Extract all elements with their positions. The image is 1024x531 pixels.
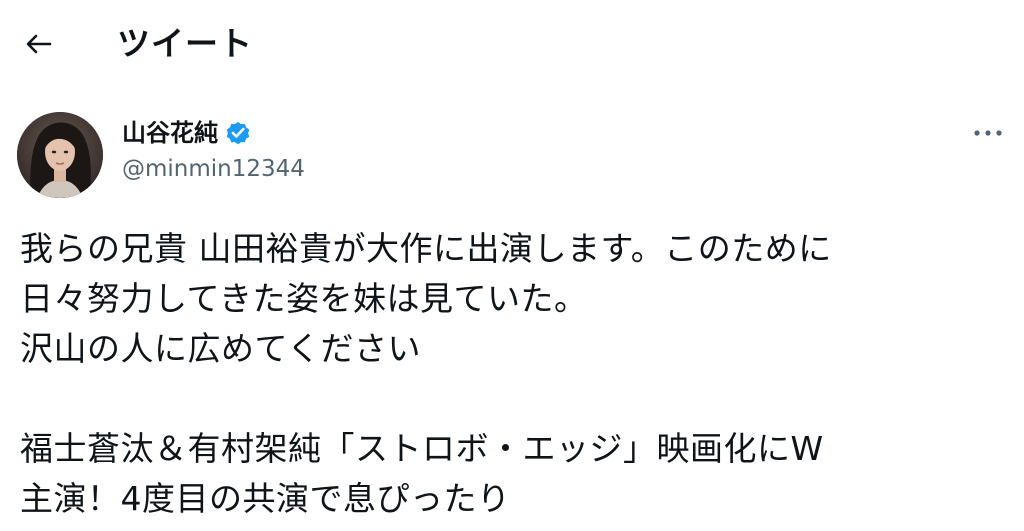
more-horizontal-icon <box>974 130 1002 136</box>
avatar-image <box>17 112 103 198</box>
tweet-text-line: 我らの兄貴 山田裕貴が大作に出演します。このために <box>20 229 832 268</box>
tweet-text-line: 主演！4度目の共演で息ぴったり <box>20 479 511 518</box>
author-name-row[interactable]: 山谷花純 <box>122 117 252 149</box>
back-button[interactable] <box>20 26 56 62</box>
tweet-text-line: 日々努力してきた姿を妹は見ていた。 <box>20 279 588 318</box>
tweet-text-line: 福士蒼汰＆有村架純「ストロボ・エッジ」映画化にW <box>20 429 824 468</box>
tweet-text: 我らの兄貴 山田裕貴が大作に出演します。このために 日々努力してきた姿を妹は見て… <box>20 224 1010 524</box>
arrow-left-icon <box>26 34 52 54</box>
author-display-name[interactable]: 山谷花純 <box>122 117 218 149</box>
verified-badge-icon[interactable] <box>224 119 252 147</box>
tweet-text-line: 沢山の人に広めてください <box>20 329 422 368</box>
top-bar: ツイート <box>0 0 1024 90</box>
avatar[interactable] <box>17 112 103 198</box>
author-handle[interactable]: @minmin12344 <box>122 153 305 185</box>
page-title: ツイート <box>117 24 253 63</box>
more-options-button[interactable] <box>968 118 1008 148</box>
